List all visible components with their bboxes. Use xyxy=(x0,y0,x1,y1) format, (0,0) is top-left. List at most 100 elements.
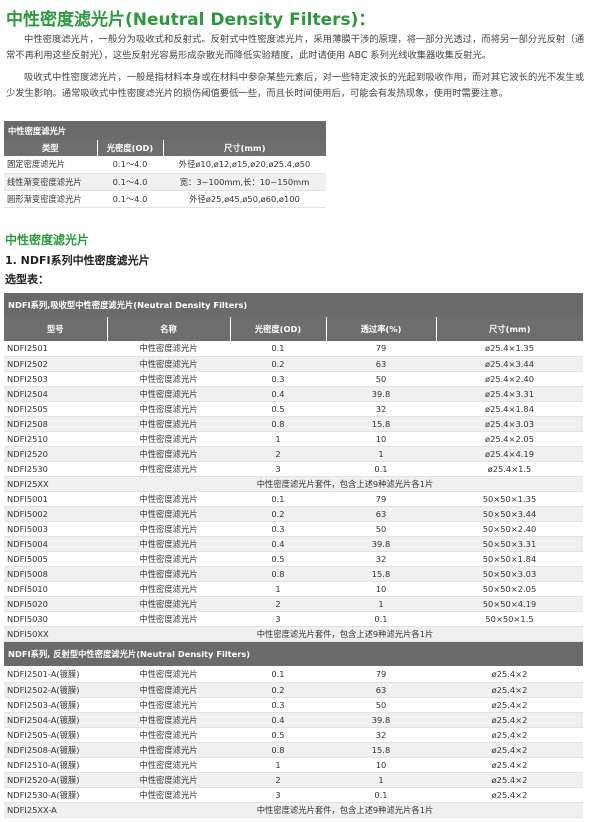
table-cell: 1 xyxy=(326,772,436,788)
model-cell: NDFI5020 xyxy=(4,596,107,612)
table-cell: 1 xyxy=(230,431,326,447)
table-row: NDFI25XX-A 中性密度滤光片套件，包含上述9种滤光片各1片 xyxy=(4,802,583,818)
table-cell: 1 xyxy=(326,446,436,462)
table-cell: 中性密度滤光片 xyxy=(107,772,230,788)
intro-paragraph-absorptive: 吸收式中性密度滤光片，一般是指材料本身或在材料中参杂某些元素后，对一些特定波长的… xyxy=(6,72,584,99)
table-cell: 39.8 xyxy=(326,536,436,552)
absorptive-table-body: NDFI2501 中性密度滤光片 0.1 79 ø25.4×1.35 NDFI2502 中性… xyxy=(4,341,583,642)
reflective-table-caption: NDFI系列, 反射型中性密度滤光片(Neutral Density Filte… xyxy=(4,642,583,666)
table-cell: 0.4 xyxy=(230,536,326,552)
table-cell: 63 xyxy=(326,356,436,372)
table-cell: 50×50×1.35 xyxy=(436,491,583,507)
table-row: NDFI2505-A(镀膜) 中性密度滤光片 0.5 32 ø25.4×2 xyxy=(4,727,583,743)
table-row: NDFI50XX 中性密度滤光片套件，包含上述9种滤光片各1片 xyxy=(4,626,583,642)
table-cell: 50×50×4.19 xyxy=(436,596,583,612)
model-cell: NDFI2520-A(镀膜) xyxy=(4,772,107,788)
table-cell: 中性密度滤光片 xyxy=(107,416,230,432)
summary-table-body: 固定密度滤光片 0.1～4.0 外径ø10,ø12,ø15,ø20,ø25.4,ø5… xyxy=(4,156,327,208)
header-size: 尺寸(mm) xyxy=(163,140,327,156)
table-cell: 2 xyxy=(230,596,326,612)
header-name: 名称 xyxy=(107,317,231,341)
table-cell: 2 xyxy=(230,446,326,462)
table-cell: 中性密度滤光片 xyxy=(107,506,230,522)
model-cell: NDFI2505 xyxy=(4,401,107,417)
table-row: NDFI5008 中性密度滤光片 0.8 15.8 50×50×3.03 xyxy=(4,566,583,582)
table-cell: ø25.4×2 xyxy=(436,742,583,758)
model-cell: NDFI2510-A(镀膜) xyxy=(4,757,107,773)
table-cell: 3 xyxy=(230,787,326,803)
header-type: 类型 xyxy=(4,140,98,156)
table-cell: ø25.4×1.5 xyxy=(436,461,583,477)
model-cell: NDFI2501-A(镀膜) xyxy=(4,667,107,683)
table-cell: 50 xyxy=(326,371,436,387)
table-cell: 0.1 xyxy=(230,491,326,507)
table-cell: 0.2 xyxy=(230,506,326,522)
table-cell: 79 xyxy=(326,667,436,683)
model-cell: NDFI2530-A(镀膜) xyxy=(4,787,107,803)
table-cell: 0.5 xyxy=(230,727,326,743)
absorptive-filter-table: NDFI系列,吸收型中性密度滤光片(Neutral Density Filter… xyxy=(4,293,583,642)
table-cell: 0.1～4.0 xyxy=(97,190,163,208)
table-cell: 0.1～4.0 xyxy=(97,173,163,191)
table-cell: 63 xyxy=(326,506,436,522)
table-cell: 0.3 xyxy=(230,521,326,537)
table-cell: 中性密度滤光片 xyxy=(107,356,230,372)
model-cell: NDFI2505-A(镀膜) xyxy=(4,727,107,743)
summary-table-caption: 中性密度滤光片 xyxy=(4,121,327,140)
table-cell: 外径ø25,ø45,ø50,ø60,ø100 xyxy=(163,190,327,208)
intro-paragraph-reflective: 中性密度滤光片，一般分为吸收式和反射式。反射式中性密度滤光片，采用薄膜干涉的原理… xyxy=(6,34,584,61)
table-row: NDFI25XX 中性密度滤光片套件，包含上述9种滤光片各1片 xyxy=(4,476,583,492)
table-cell: 32 xyxy=(326,727,436,743)
table-cell: ø25.4×1.35 xyxy=(436,341,583,357)
model-cell: NDFI2503 xyxy=(4,371,107,387)
table-row: NDFI5020 中性密度滤光片 2 1 50×50×4.19 xyxy=(4,596,583,612)
table-row: NDFI2510-A(镀膜) 中性密度滤光片 1 10 ø25.4×2 xyxy=(4,757,583,773)
table-row: NDFI2501 中性密度滤光片 0.1 79 ø25.4×1.35 xyxy=(4,341,583,357)
model-cell: NDFI5004 xyxy=(4,536,107,552)
model-cell: NDFI2504 xyxy=(4,386,107,402)
table-cell: 1 xyxy=(326,596,436,612)
table-cell: 32 xyxy=(326,551,436,567)
table-cell: 中性密度滤光片 xyxy=(107,431,230,447)
model-cell: NDFI5003 xyxy=(4,521,107,537)
model-cell: NDFI2520 xyxy=(4,446,107,462)
model-cell: NDFI5030 xyxy=(4,611,107,627)
table-cell: 10 xyxy=(326,757,436,773)
table-cell: ø25.4×3.31 xyxy=(436,386,583,402)
table-row: NDFI2508-A(镀膜) 中性密度滤光片 0.8 15.8 ø25.4×2 xyxy=(4,742,583,758)
table-cell: ø25.4×3.03 xyxy=(436,416,583,432)
header-od: 光密度(OD) xyxy=(230,317,327,341)
table-row: NDFI2530-A(镀膜) 中性密度滤光片 3 0.1 ø25.4×2 xyxy=(4,787,583,803)
table-cell: 0.8 xyxy=(230,742,326,758)
table-cell: ø25.4×2 xyxy=(436,787,583,803)
table-cell: 中性密度滤光片 xyxy=(107,712,230,728)
table-row: NDFI2520 中性密度滤光片 2 1 ø25.4×4.19 xyxy=(4,446,583,462)
model-cell: 圆形渐变密度滤光片 xyxy=(4,190,97,208)
table-row: NDFI2502-A(镀膜) 中性密度滤光片 0.2 63 ø25.4×2 xyxy=(4,682,583,698)
header-size: 尺寸(mm) xyxy=(436,317,583,341)
selection-label: 选型表： xyxy=(5,273,49,286)
absorptive-table-caption: NDFI系列,吸收型中性密度滤光片(Neutral Density Filter… xyxy=(4,293,583,317)
table-cell: 39.8 xyxy=(326,386,436,402)
model-cell: NDFI2510 xyxy=(4,431,107,447)
table-cell: 50 xyxy=(326,697,436,713)
model-cell: NDFI2508 xyxy=(4,416,107,432)
model-cell: NDFI5008 xyxy=(4,566,107,582)
table-cell: 0.8 xyxy=(230,566,326,582)
model-cell: NDFI2502 xyxy=(4,356,107,372)
table-row: NDFI5003 中性密度滤光片 0.3 50 50×50×2.40 xyxy=(4,521,583,537)
table-cell: 15.8 xyxy=(326,742,436,758)
table-cell: 0.8 xyxy=(230,416,326,432)
table-cell: 0.1～4.0 xyxy=(97,156,163,174)
model-cell: 线性渐变密度滤光片 xyxy=(4,173,97,191)
header-od: 光密度(OD) xyxy=(97,140,164,156)
table-cell: 3 xyxy=(230,461,326,477)
table-cell: ø25.4×2 xyxy=(436,757,583,773)
table-row: NDFI5001 中性密度滤光片 0.1 79 50×50×1.35 xyxy=(4,491,583,507)
table-cell: ø25.4×1.84 xyxy=(436,401,583,417)
table-cell: 中性密度滤光片 xyxy=(107,787,230,803)
model-cell: NDFI2504-A(镀膜) xyxy=(4,712,107,728)
table-cell: 宽：3~100mm,长：10~150mm xyxy=(163,173,327,191)
model-cell: NDFI25XX-A xyxy=(4,802,107,818)
table-cell: 0.4 xyxy=(230,712,326,728)
